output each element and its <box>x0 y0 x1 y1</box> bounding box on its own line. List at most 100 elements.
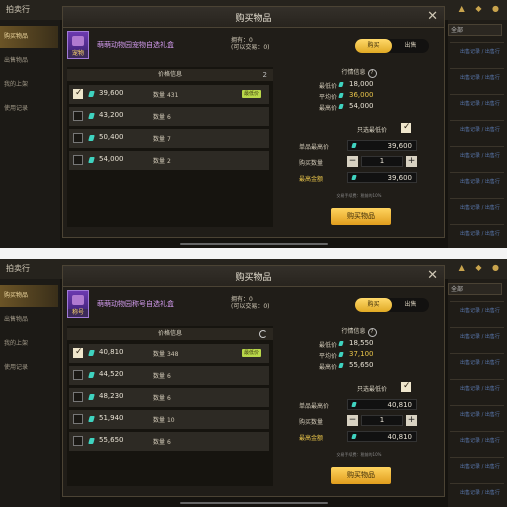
help-icon[interactable]: ? <box>367 69 377 78</box>
gem-icon <box>351 143 357 148</box>
quantity-label: 数量 <box>153 136 166 143</box>
row-checkbox[interactable] <box>73 155 83 165</box>
tab-sell[interactable]: 出售 <box>392 298 429 312</box>
minus-button[interactable]: − <box>347 156 358 167</box>
price-list-title: 价格信息 <box>157 71 182 78</box>
row-checkbox[interactable] <box>73 111 83 121</box>
quantity-input[interactable]: 1 <box>361 415 403 426</box>
price-row[interactable]: 54,000 数量 2 <box>69 151 269 170</box>
total-value: 40,810 <box>387 433 413 441</box>
top-bar-icons: ▲ ◆ ● <box>458 4 503 13</box>
quantity-input[interactable]: 1 <box>361 156 403 167</box>
listing-link[interactable]: 出售记录 / 出售行 <box>460 385 500 392</box>
help-icon[interactable]: ? <box>367 328 377 337</box>
listing-link[interactable]: 出售记录 / 出售行 <box>460 152 500 159</box>
row-checkbox[interactable] <box>73 370 83 380</box>
purchase-form: 单品最高价 40,810 购买数量 − 1 + 最高金额 40,810 <box>279 399 439 451</box>
category-dropdown[interactable]: 全部 <box>448 283 502 295</box>
only-lowest-label: 只选最低价 <box>357 127 388 134</box>
scrollbar[interactable] <box>180 243 328 245</box>
owned-count: 拥有：0 <box>231 296 253 303</box>
buy-sell-tabs: 购买 出售 <box>355 298 429 312</box>
sidebar-item[interactable]: 出售物品 <box>0 50 58 72</box>
gem-icon <box>88 135 95 141</box>
listing-row-line <box>450 42 504 43</box>
plus-button[interactable]: + <box>406 156 417 167</box>
gem-icon <box>88 157 95 163</box>
sidebar-item[interactable]: 购买物品 <box>0 26 58 48</box>
row-checkbox[interactable] <box>73 88 83 99</box>
market-title-text: 行情信息 <box>341 328 366 335</box>
listing-link[interactable]: 出售记录 / 出售行 <box>460 126 500 133</box>
listing-link[interactable]: 出售记录 / 出售行 <box>460 437 500 444</box>
sidebar-item[interactable]: 使用记录 <box>0 98 58 120</box>
sidebar-item[interactable]: 出售物品 <box>0 309 58 331</box>
category-dropdown[interactable]: 全部 <box>448 24 502 36</box>
minus-button[interactable]: − <box>347 415 358 426</box>
modal-title: 购买物品 <box>235 273 272 283</box>
price-list-header: 价格信息 <box>67 328 273 340</box>
scrollbar[interactable] <box>180 502 328 504</box>
only-lowest-toggle[interactable]: 只选最低价 <box>357 381 411 393</box>
buy-item-button[interactable]: 购买物品 <box>331 467 391 484</box>
tab-buy[interactable]: 购买 <box>355 39 392 53</box>
refresh-icon[interactable] <box>259 330 267 338</box>
listing-row-line <box>450 431 504 432</box>
unit-price-field[interactable]: 40,810 <box>347 399 417 410</box>
price-row[interactable]: 40,810 数量 348 最低价 <box>69 344 269 363</box>
listing-link[interactable]: 出售记录 / 出售行 <box>460 178 500 185</box>
row-checkbox[interactable] <box>73 392 83 402</box>
buy-item-modal: 购买物品 ✕ 称号 萌萌动物园称号自选礼盒 拥有：0 (可以交易：0) 购买 出… <box>62 265 445 497</box>
price-row[interactable]: 39,600 数量 431 最低价 <box>69 85 269 104</box>
quantity-stepper: − 1 + <box>347 156 417 167</box>
row-price: 40,810 <box>99 348 124 356</box>
sidebar-item[interactable]: 使用记录 <box>0 357 58 379</box>
buy-item-button[interactable]: 购买物品 <box>331 208 391 225</box>
listing-link[interactable]: 出售记录 / 出售行 <box>460 100 500 107</box>
purchase-form: 单品最高价 39,600 购买数量 − 1 + 最高金额 39,600 <box>279 140 439 192</box>
sidebar-item[interactable]: 我的上架 <box>0 333 58 355</box>
price-row[interactable]: 43,200 数量 6 <box>69 107 269 126</box>
only-lowest-checkbox[interactable] <box>401 381 411 392</box>
listing-link[interactable]: 出售记录 / 出售行 <box>460 307 500 314</box>
row-price: 51,940 <box>99 414 124 422</box>
row-checkbox[interactable] <box>73 414 83 424</box>
owned-info: 拥有：0 (可以交易：0) <box>231 37 270 51</box>
tab-buy[interactable]: 购买 <box>355 298 392 312</box>
row-price: 55,650 <box>99 436 124 444</box>
price-row[interactable]: 50,400 数量 7 <box>69 129 269 148</box>
listing-link[interactable]: 出售记录 / 出售行 <box>460 411 500 418</box>
listing-link[interactable]: 出售记录 / 出售行 <box>460 333 500 340</box>
row-checkbox[interactable] <box>73 347 83 358</box>
sidebar-item[interactable]: 我的上架 <box>0 74 58 96</box>
plus-button[interactable]: + <box>406 415 417 426</box>
only-lowest-toggle[interactable]: 只选最低价 <box>357 122 411 134</box>
listing-link[interactable]: 出售记录 / 出售行 <box>460 230 500 237</box>
listing-link[interactable]: 出售记录 / 出售行 <box>460 463 500 470</box>
price-row[interactable]: 55,650 数量 6 <box>69 432 269 451</box>
listing-link[interactable]: 出售记录 / 出售行 <box>460 204 500 211</box>
price-row[interactable]: 44,520 数量 6 <box>69 366 269 385</box>
price-row[interactable]: 51,940 数量 10 <box>69 410 269 429</box>
only-lowest-checkbox[interactable] <box>401 122 411 133</box>
sidebar-item[interactable]: 购买物品 <box>0 285 58 307</box>
close-icon[interactable]: ✕ <box>427 268 438 283</box>
app-title: 拍卖行 <box>6 264 30 273</box>
listing-row-line <box>450 327 504 328</box>
market-info: 行情信息? 最低价 18,000 平均价 36,000 最高价 54,000 <box>279 67 439 117</box>
listing-link[interactable]: 出售记录 / 出售行 <box>460 359 500 366</box>
owned-count: 拥有：0 <box>231 37 253 44</box>
row-checkbox[interactable] <box>73 436 83 446</box>
item-tag: 称号 <box>68 309 88 317</box>
unit-price-field[interactable]: 39,600 <box>347 140 417 151</box>
gem-icon <box>88 113 95 119</box>
price-row[interactable]: 48,230 数量 6 <box>69 388 269 407</box>
listing-row-line <box>450 405 504 406</box>
listing-link[interactable]: 出售记录 / 出售行 <box>460 48 500 55</box>
listing-link[interactable]: 出售记录 / 出售行 <box>460 74 500 81</box>
close-icon[interactable]: ✕ <box>427 9 438 24</box>
row-checkbox[interactable] <box>73 133 83 143</box>
auction-screen-1: 拍卖行 ▲ ◆ ● 购买物品 出售物品 我的上架 使用记录 全部 出售记录 / 出售行 出售记… <box>0 0 507 248</box>
listing-link[interactable]: 出售记录 / 出售行 <box>460 489 500 496</box>
tab-sell[interactable]: 出售 <box>392 39 429 53</box>
